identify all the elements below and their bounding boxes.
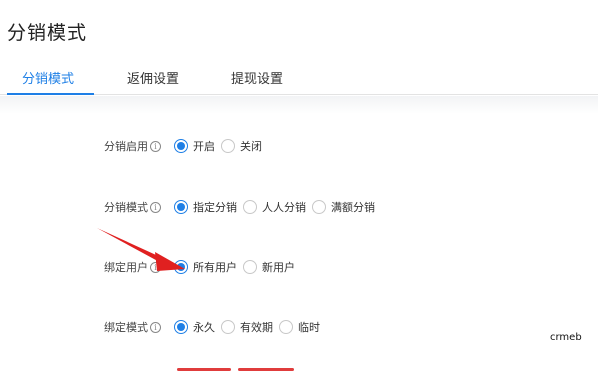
radio-button[interactable] bbox=[243, 260, 257, 274]
radio-option-enable[interactable]: 开启 bbox=[174, 138, 215, 154]
page-title: 分销模式 bbox=[7, 22, 88, 44]
radio-button[interactable] bbox=[312, 200, 326, 214]
radio-button[interactable] bbox=[174, 139, 188, 153]
radio-button[interactable] bbox=[279, 320, 293, 334]
radio-group-bind-user: 所有用户 新用户 bbox=[174, 257, 301, 277]
radio-button[interactable] bbox=[243, 200, 257, 214]
form-row-distribution-mode: 分销模式 i 指定分销 人人分销 满额分销 bbox=[0, 197, 598, 217]
radio-button[interactable] bbox=[221, 139, 235, 153]
radio-group-bind-mode: 永久 有效期 临时 bbox=[174, 317, 326, 337]
form-row-bind-mode: 绑定模式 i 永久 有效期 临时 bbox=[0, 317, 598, 337]
tab-distribution-mode[interactable]: 分销模式 bbox=[22, 68, 74, 87]
radio-group-distribution-mode: 指定分销 人人分销 满额分销 bbox=[174, 197, 381, 217]
tab-commission-settings[interactable]: 返佣设置 bbox=[127, 68, 179, 87]
active-tab-indicator bbox=[7, 93, 94, 95]
form-row-bind-user: 绑定用户 i 所有用户 新用户 bbox=[0, 257, 598, 277]
radio-group-distribution-enable: 开启 关闭 bbox=[174, 136, 268, 156]
annotation-arrow-icon bbox=[97, 228, 185, 271]
radio-option-new-users[interactable]: 新用户 bbox=[243, 259, 295, 275]
radio-option-disable[interactable]: 关闭 bbox=[221, 138, 262, 154]
radio-button[interactable] bbox=[174, 320, 188, 334]
radio-button[interactable] bbox=[221, 320, 235, 334]
radio-option-designated[interactable]: 指定分销 bbox=[174, 199, 237, 215]
radio-option-valid-period[interactable]: 有效期 bbox=[221, 319, 273, 335]
tab-bar: 分销模式 返佣设置 提现设置 bbox=[0, 60, 598, 95]
crmeb-logo: crmeb bbox=[550, 332, 582, 343]
form-label: 分销模式 i bbox=[104, 199, 161, 215]
radio-option-temporary[interactable]: 临时 bbox=[279, 319, 320, 335]
radio-option-everyone[interactable]: 人人分销 bbox=[243, 199, 306, 215]
radio-option-permanent[interactable]: 永久 bbox=[174, 319, 215, 335]
form-label: 分销启用 i bbox=[104, 138, 161, 154]
form-label: 绑定模式 i bbox=[104, 319, 161, 335]
radio-button[interactable] bbox=[174, 200, 188, 214]
info-icon[interactable]: i bbox=[150, 140, 161, 152]
radio-option-threshold[interactable]: 满额分销 bbox=[312, 199, 375, 215]
section-divider bbox=[0, 96, 598, 114]
info-icon[interactable]: i bbox=[150, 201, 161, 213]
info-icon[interactable]: i bbox=[150, 321, 161, 333]
form-row-distribution-enable: 分销启用 i 开启 关闭 bbox=[0, 136, 598, 156]
tab-withdrawal-settings[interactable]: 提现设置 bbox=[231, 68, 283, 87]
